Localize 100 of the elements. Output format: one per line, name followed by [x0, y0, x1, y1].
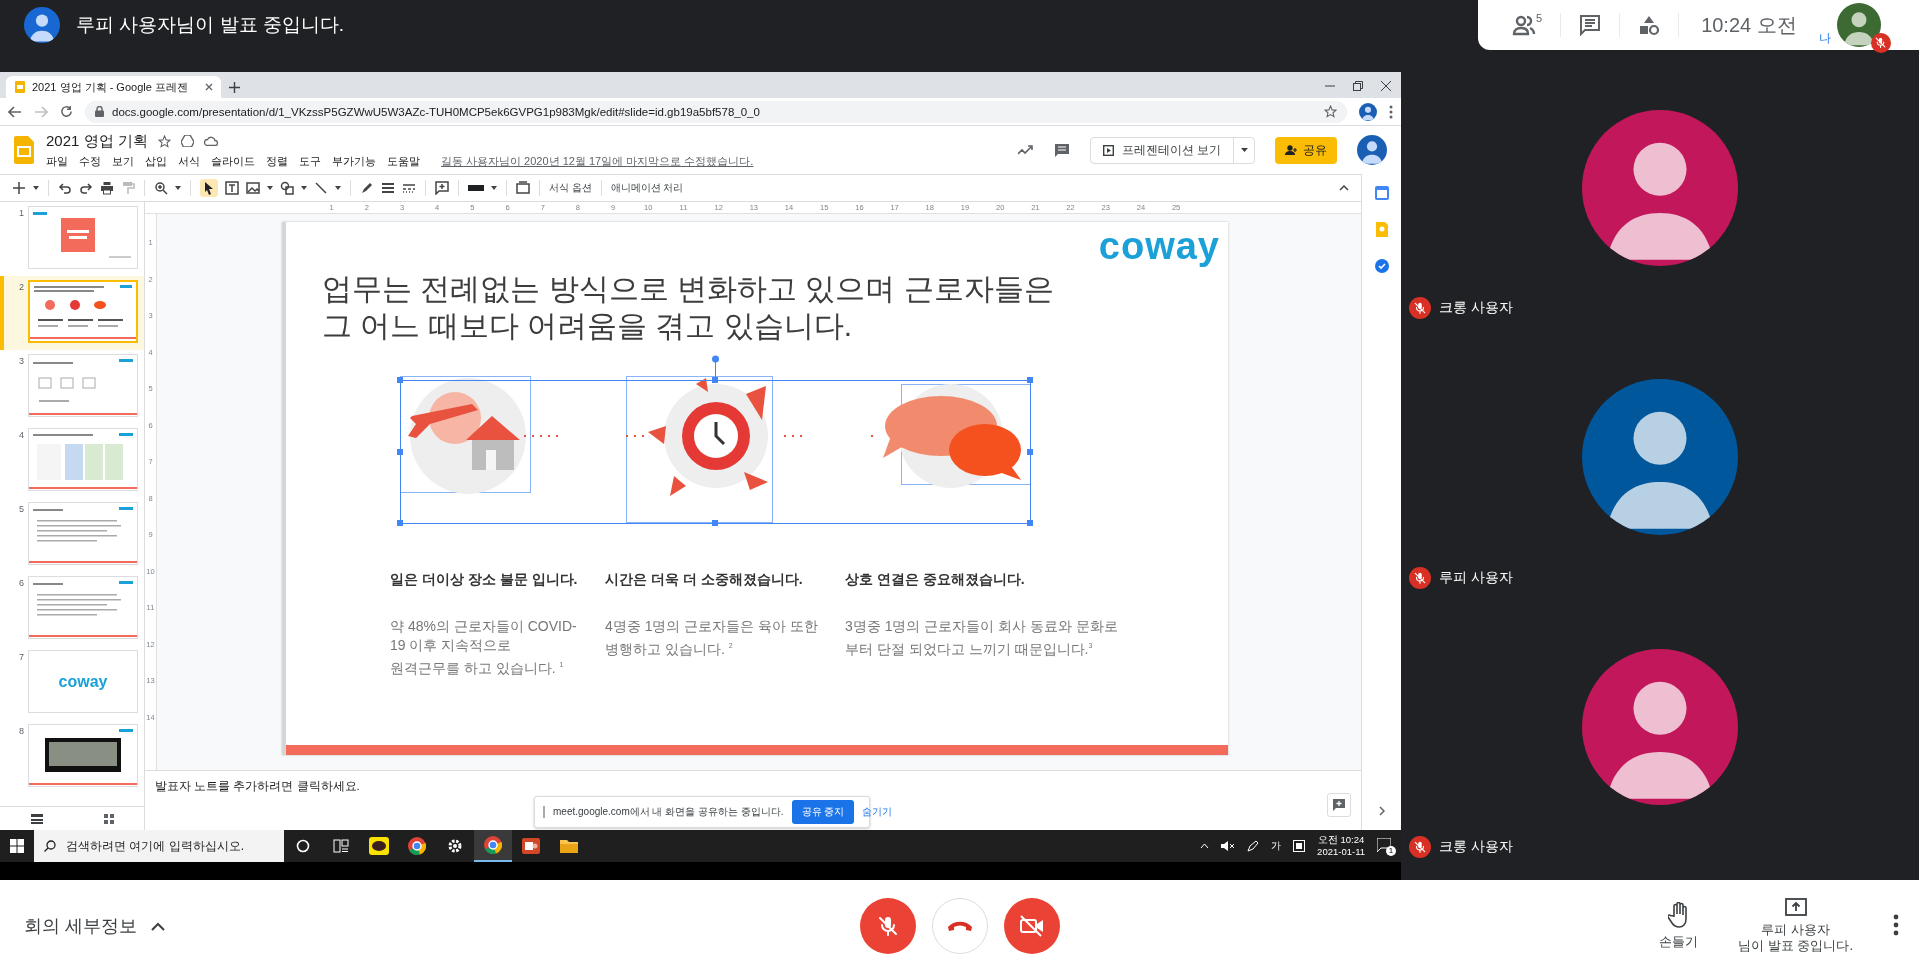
new-slide-icon[interactable] [12, 181, 26, 195]
tasks-icon[interactable] [1374, 259, 1389, 273]
slide-thumbnail-logo: coway [58, 672, 108, 691]
slide-thumbnail[interactable]: 2 [0, 276, 144, 350]
back-icon[interactable] [8, 105, 22, 118]
share-banner-message: meet.google.com에서 내 화면을 공유하는 중입니다. [553, 805, 784, 819]
list-view-icon[interactable] [30, 813, 43, 824]
menu-item[interactable]: 삽입 [145, 153, 167, 169]
self-label: 나 [1818, 30, 1831, 47]
menu-item[interactable]: 보기 [112, 153, 134, 169]
menu-item[interactable]: 도움말 [387, 153, 420, 169]
collapse-icon[interactable] [1339, 185, 1349, 191]
participant-name: 크롱 사용자 [1439, 838, 1513, 856]
windows-start-icon[interactable] [10, 839, 24, 853]
taskbar-search-field[interactable]: 검색하려면 여기에 입력하십시오. [34, 830, 284, 862]
browser-icon[interactable] [484, 836, 502, 854]
star-icon[interactable] [1324, 105, 1337, 118]
participant-name: 루피 사용자 [1439, 568, 1513, 587]
document-title[interactable]: 2021 영업 기획 [46, 131, 148, 151]
reload-icon[interactable] [60, 105, 73, 118]
camera-button[interactable] [1003, 898, 1060, 954]
brand-logo: coway [1098, 226, 1220, 269]
taskbar-clock[interactable]: 오전 10:24 2021-01-11 [1317, 834, 1365, 858]
browser-icon[interactable] [408, 837, 426, 855]
notifications-button[interactable]: 1 [1377, 838, 1393, 854]
profile-avatar [1359, 102, 1377, 121]
caret-icon[interactable] [491, 186, 497, 190]
pen-icon[interactable] [1247, 840, 1260, 852]
people-icon [1512, 14, 1536, 36]
close-icon[interactable] [205, 83, 213, 91]
caret-icon[interactable] [335, 186, 341, 190]
calendar-icon[interactable] [1374, 186, 1389, 200]
lock-icon [95, 106, 104, 117]
selection-frame[interactable] [396, 354, 1035, 528]
meeting-details-label[interactable]: 회의 세부정보 [24, 914, 137, 938]
menu-item[interactable]: 수정 [79, 153, 101, 169]
notification-icon [1377, 838, 1391, 852]
play-icon [1102, 144, 1114, 156]
gear-icon[interactable] [447, 838, 463, 854]
browser-tab[interactable]: 2021 영업 기획 - Google 프레젠 [6, 76, 221, 98]
image-icon[interactable] [246, 181, 260, 195]
menu-item[interactable]: 서식 [178, 153, 200, 169]
speaker-notes-prompt[interactable]: 발표자 노트를 추가하려면 클릭하세요. [155, 779, 360, 794]
chevron-up-icon[interactable] [151, 921, 165, 931]
person-icon [1285, 145, 1298, 155]
caret-icon [1240, 148, 1248, 152]
participants-button[interactable]: 5 [1494, 8, 1561, 42]
column-text: 약 48%의 근로자들이 COVID-19 이후 지속적으로 원격근무를 하고 있습니다. $^{1}$ [390, 617, 578, 678]
menu-item[interactable]: 도구 [299, 153, 321, 169]
stop-sharing-button[interactable]: 공유 중지 [791, 800, 855, 824]
task-view-icon[interactable] [333, 839, 349, 853]
animation-button[interactable]: 애니메이션 처리 [610, 181, 684, 195]
folder-icon[interactable] [560, 839, 578, 853]
share-button[interactable]: 공유 [1275, 136, 1337, 164]
caret-icon[interactable] [175, 186, 181, 190]
raise-hand-button[interactable]: 손들기 [1659, 902, 1699, 950]
expand-panel-icon[interactable] [1378, 806, 1385, 816]
present-now-button[interactable]: 루피 사용자 님이 발표 중입니다. [1738, 898, 1853, 954]
close-icon[interactable] [1381, 81, 1391, 91]
redo-icon[interactable] [79, 181, 93, 195]
caret-icon[interactable] [301, 186, 307, 190]
kebab-menu-icon[interactable] [1389, 104, 1393, 119]
border-color-icon[interactable] [360, 181, 374, 195]
comment-icon[interactable] [1053, 142, 1070, 158]
format-options-button[interactable]: 서식 옵션 [549, 181, 592, 195]
caret-icon[interactable] [33, 186, 39, 190]
menu-item[interactable]: 부가기능 [332, 153, 376, 169]
add-comment-icon[interactable] [435, 181, 449, 195]
new-tab-icon[interactable] [229, 82, 240, 93]
trend-icon[interactable] [1017, 145, 1034, 155]
chat-icon [1579, 14, 1602, 36]
add-note-button[interactable] [1327, 793, 1351, 817]
star-icon[interactable] [157, 134, 171, 148]
chat-app-icon[interactable] [369, 837, 389, 855]
border-weight-icon[interactable] [381, 181, 395, 195]
hide-link[interactable]: 숨기기 [862, 805, 893, 819]
menu-item[interactable]: 정렬 [266, 153, 288, 169]
menu-item[interactable]: 파일 [46, 153, 68, 169]
hand-icon [1667, 902, 1690, 928]
zoom-icon[interactable] [154, 181, 168, 195]
restore-icon[interactable] [1353, 81, 1363, 91]
camera-off-icon [1018, 915, 1045, 937]
line-icon[interactable] [314, 181, 328, 195]
border-dash-icon[interactable] [402, 181, 416, 195]
address-bar[interactable]: docs.google.com/presentation/d/1_VKzssP5GZWwU5W3AZc-TUH0MCP5ek6GVPG1p983Mgk/edit#slide=id.gb19a5bf578_0_0 [85, 100, 1347, 123]
grid-view-icon[interactable] [103, 813, 114, 824]
presentation-app-icon[interactable] [522, 838, 540, 854]
print-icon[interactable] [100, 181, 114, 195]
text-box-icon[interactable] [225, 181, 239, 195]
speaker-muted-icon[interactable] [1221, 840, 1236, 852]
menu-item[interactable]: 슬라이드 [211, 153, 255, 169]
cloud-icon[interactable] [203, 136, 218, 146]
caret-icon[interactable] [267, 186, 273, 190]
shape-icon[interactable] [280, 181, 294, 195]
undo-icon[interactable] [58, 181, 72, 195]
last-edit-link[interactable]: 길동 사용자님이 2020년 12월 17일에 마지막으로 수정했습니다. [441, 153, 754, 169]
cortana-icon[interactable] [296, 839, 310, 853]
drag-handle-icon[interactable] [543, 806, 545, 818]
input-language-indicator[interactable]: 가 [1271, 839, 1282, 853]
slide-title: 업무는 전례없는 방식으로 변화하고 있으며 근로자들은 그 어느 때보다 어려움을 겪고 있습니다. [322, 271, 1055, 344]
